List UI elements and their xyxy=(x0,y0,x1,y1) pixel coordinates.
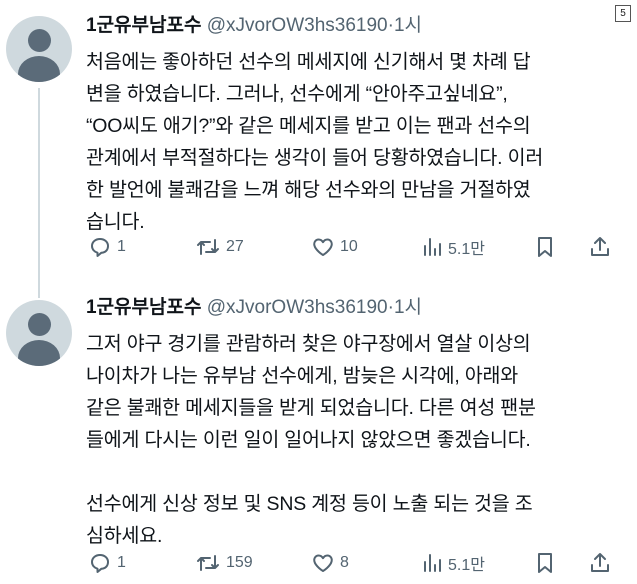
retweet-arrows-icon xyxy=(197,555,219,571)
like-count: 8 xyxy=(340,554,349,571)
bookmark-button[interactable] xyxy=(534,551,556,575)
views-count: 5.1만 xyxy=(448,557,485,574)
speech-bubble-icon xyxy=(91,554,109,573)
retweet-button[interactable]: 27 xyxy=(195,235,244,259)
bookmark-icon xyxy=(538,553,552,573)
tweet-actions: 1 159 8 5.1만 xyxy=(86,551,616,579)
retweet-count: 27 xyxy=(226,238,244,255)
tweet-1[interactable]: 1군유부남포수 @xJvorOW3hs36190·1시 처음에는 좋아하던 선수… xyxy=(0,4,637,298)
heart-icon xyxy=(313,238,333,256)
reply-button[interactable]: 1 xyxy=(88,235,126,259)
avatar[interactable] xyxy=(6,16,72,82)
share-button[interactable] xyxy=(589,235,611,259)
heart-icon xyxy=(313,554,333,572)
share-button[interactable] xyxy=(589,551,611,575)
retweet-arrows-icon xyxy=(197,239,219,255)
views-button[interactable]: 5.1만 xyxy=(421,235,485,259)
retweet-button[interactable]: 159 xyxy=(195,551,253,575)
author-name[interactable]: 1군유부남포수 xyxy=(86,15,201,36)
bookmark-icon xyxy=(538,237,552,257)
thread-connector-line xyxy=(38,88,40,298)
bar-chart-icon xyxy=(424,554,441,572)
avatar[interactable] xyxy=(6,300,72,366)
reply-count: 1 xyxy=(117,554,126,571)
reply-button[interactable]: 1 xyxy=(88,551,126,575)
tweet-text: 처음에는 좋아하던 선수의 메세지에 신기해서 몇 차례 답 변을 하였습니다.… xyxy=(86,51,544,233)
like-button[interactable]: 10 xyxy=(311,235,358,259)
like-button[interactable]: 8 xyxy=(311,551,349,575)
views-count: 5.1만 xyxy=(448,241,485,258)
tweet-2[interactable]: 1군유부남포수 @xJvorOW3hs36190·1시 그저 야구 경기를 관람… xyxy=(0,290,637,584)
like-count: 10 xyxy=(340,238,358,255)
bookmark-button[interactable] xyxy=(534,235,556,259)
tweet-header: 1군유부남포수 @xJvorOW3hs36190·1시 xyxy=(86,296,619,320)
author-handle[interactable]: @xJvorOW3hs36190 xyxy=(207,297,388,318)
author-handle[interactable]: @xJvorOW3hs36190 xyxy=(207,15,388,36)
share-upload-icon xyxy=(591,553,609,572)
speech-bubble-icon xyxy=(91,238,109,257)
tweet-actions: 1 27 10 5.1만 xyxy=(86,235,616,263)
retweet-count: 159 xyxy=(226,554,253,571)
tweet-header: 1군유부남포수 @xJvorOW3hs36190·1시 xyxy=(86,14,619,38)
tweet-time[interactable]: 1시 xyxy=(394,15,422,36)
views-button[interactable]: 5.1만 xyxy=(421,551,485,575)
reply-count: 1 xyxy=(117,238,126,255)
tweet-text: 그저 야구 경기를 관람하러 찾은 야구장에서 열살 이상의 나이차가 나는 유… xyxy=(86,333,536,547)
share-upload-icon xyxy=(591,237,609,256)
author-name[interactable]: 1군유부남포수 xyxy=(86,297,201,318)
tweet-time[interactable]: 1시 xyxy=(394,297,422,318)
bar-chart-icon xyxy=(424,238,441,256)
